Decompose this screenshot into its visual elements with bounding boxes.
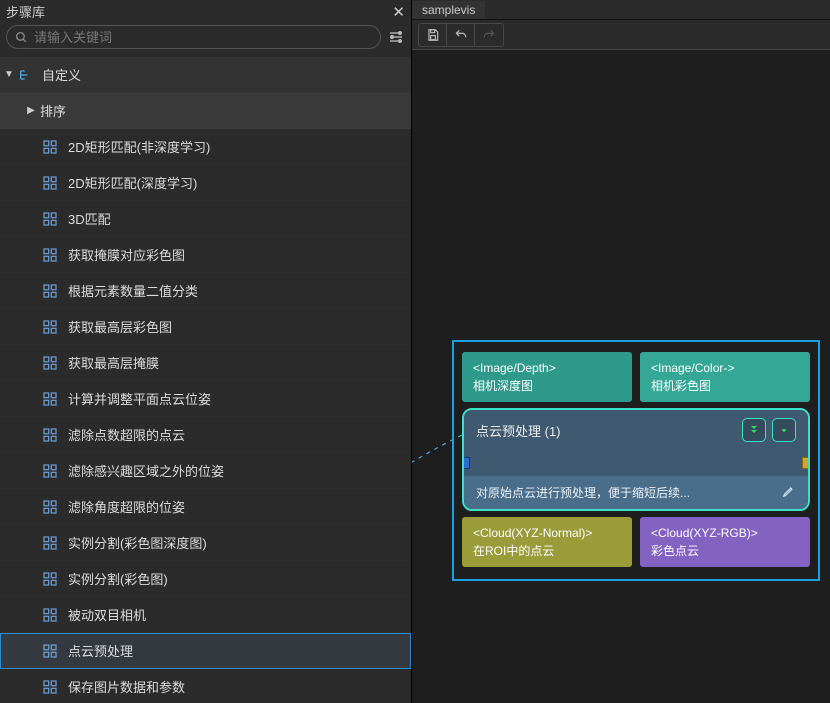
tree-item[interactable]: 获取掩膜对应彩色图	[0, 237, 411, 273]
tree-item[interactable]: 获取最高层彩色图	[0, 309, 411, 345]
tree-item-label: 根据元素数量二值分类	[68, 281, 198, 300]
tree-item-label: 实例分割(彩色图深度图)	[68, 533, 207, 552]
step-icon	[42, 391, 58, 407]
tree-item-label: 获取最高层掩膜	[68, 353, 159, 372]
tree-item[interactable]: 滤除点数超限的点云	[0, 417, 411, 453]
tree-item-label: 2D矩形匹配(深度学习)	[68, 173, 197, 192]
tree-item[interactable]: 实例分割(彩色图)	[0, 561, 411, 597]
step-icon	[42, 211, 58, 227]
output-port-cloud-normal[interactable]: <Cloud(XYZ-Normal)> 在ROI中的点云	[462, 517, 632, 567]
tab-samplevis[interactable]: samplevis	[412, 1, 485, 19]
chevron-down-icon: ▼	[4, 69, 14, 80]
tree-item[interactable]: 保存图片数据和参数	[0, 669, 411, 703]
tree-item[interactable]: 被动双目相机	[0, 597, 411, 633]
save-button[interactable]	[419, 24, 447, 46]
flow-canvas[interactable]: <Image/Depth> 相机深度图 <Image/Color-> 相机彩色图…	[412, 50, 830, 703]
tree-item-label: 计算并调整平面点云位姿	[68, 389, 211, 408]
close-icon[interactable]: ✕	[392, 3, 405, 21]
tree-root[interactable]: ▼ 自定义	[0, 57, 411, 93]
category-icon	[18, 67, 34, 83]
tree-item-label: 滤除点数超限的点云	[68, 425, 185, 444]
step-icon	[42, 247, 58, 263]
node-desc: 对原始点云进行预处理，便于缩短后续...	[476, 484, 690, 501]
step-icon	[42, 463, 58, 479]
step-icon	[42, 499, 58, 515]
tree-sort-header[interactable]: ▶ 排序	[0, 93, 411, 129]
exec-out-port[interactable]	[802, 457, 810, 469]
step-icon	[42, 643, 58, 659]
tree-item-label: 获取最高层彩色图	[68, 317, 172, 336]
tree-item[interactable]: 根据元素数量二值分类	[0, 273, 411, 309]
exec-in-port[interactable]	[462, 457, 470, 469]
tree-item-label: 滤除感兴趣区域之外的位姿	[68, 461, 224, 480]
tree-item[interactable]: 3D匹配	[0, 201, 411, 237]
step-icon	[42, 535, 58, 551]
step-icon	[42, 679, 58, 695]
tree-root-label: 自定义	[42, 65, 81, 84]
tree-item-label: 获取掩膜对应彩色图	[68, 245, 185, 264]
sort-settings-icon[interactable]	[387, 28, 405, 46]
search-icon	[15, 31, 28, 44]
tree-item-label: 3D匹配	[68, 209, 111, 228]
tree-item-label: 点云预处理	[68, 641, 133, 660]
node-main[interactable]: 点云预处理 (1) 对原始点云进行预处理，便于缩短后续.	[462, 408, 810, 511]
input-port-depth[interactable]: <Image/Depth> 相机深度图	[462, 352, 632, 402]
tree-item[interactable]: 滤除角度超限的位姿	[0, 489, 411, 525]
tree-item[interactable]: 获取最高层掩膜	[0, 345, 411, 381]
input-port-color[interactable]: <Image/Color-> 相机彩色图	[640, 352, 810, 402]
step-tree: ▼ 自定义 ▶ 排序 2D矩形匹配(非深度学习) 2D矩形匹配(深度学习) 3D匹配…	[0, 55, 411, 703]
step-icon	[42, 319, 58, 335]
node-inputs: <Image/Depth> 相机深度图 <Image/Color-> 相机彩色图	[462, 352, 810, 402]
tree-item[interactable]: 滤除感兴趣区域之外的位姿	[0, 453, 411, 489]
tree-item[interactable]: 点云预处理	[0, 633, 411, 669]
step-icon	[42, 571, 58, 587]
edit-icon[interactable]	[782, 484, 796, 501]
step-icon	[42, 427, 58, 443]
tree-item-label: 2D矩形匹配(非深度学习)	[68, 137, 210, 156]
node-outputs: <Cloud(XYZ-Normal)> 在ROI中的点云 <Cloud(XYZ-…	[462, 517, 810, 567]
tree-item[interactable]: 计算并调整平面点云位姿	[0, 381, 411, 417]
step-icon	[42, 355, 58, 371]
step-icon	[42, 607, 58, 623]
tree-item[interactable]: 2D矩形匹配(非深度学习)	[0, 129, 411, 165]
step-icon	[42, 283, 58, 299]
tree-item[interactable]: 实例分割(彩色图深度图)	[0, 525, 411, 561]
tree-item-label: 实例分割(彩色图)	[68, 569, 168, 588]
search-input[interactable]	[34, 30, 372, 45]
tree-item-label: 滤除角度超限的位姿	[68, 497, 185, 516]
tree-item-label: 被动双目相机	[68, 605, 146, 624]
step-icon	[42, 139, 58, 155]
collapse-icon[interactable]	[742, 418, 766, 442]
panel-title: 步骤库	[6, 2, 45, 21]
undo-button[interactable]	[447, 24, 475, 46]
tree-item[interactable]: 2D矩形匹配(深度学习)	[0, 165, 411, 201]
step-icon	[42, 175, 58, 191]
node-title: 点云预处理 (1)	[476, 421, 561, 440]
output-port-cloud-rgb[interactable]: <Cloud(XYZ-RGB)> 彩色点云	[640, 517, 810, 567]
step-library-panel: 步骤库 ✕ ▼ 自定义 ▶ 排序 2D矩形匹配(非深度学习)2D矩形匹	[0, 0, 412, 703]
redo-button[interactable]	[475, 24, 503, 46]
node-selection-box: <Image/Depth> 相机深度图 <Image/Color-> 相机彩色图…	[452, 340, 820, 581]
tree-item-label: 保存图片数据和参数	[68, 677, 185, 696]
flow-panel: samplevis <Image/Depth> 相机深度图	[412, 0, 830, 703]
search-box[interactable]	[6, 25, 381, 49]
run-icon[interactable]	[772, 418, 796, 442]
chevron-right-icon: ▶	[26, 105, 36, 116]
toolbar	[412, 20, 830, 50]
tree-sort-label: 排序	[40, 101, 66, 120]
tab-bar: samplevis	[412, 0, 830, 20]
